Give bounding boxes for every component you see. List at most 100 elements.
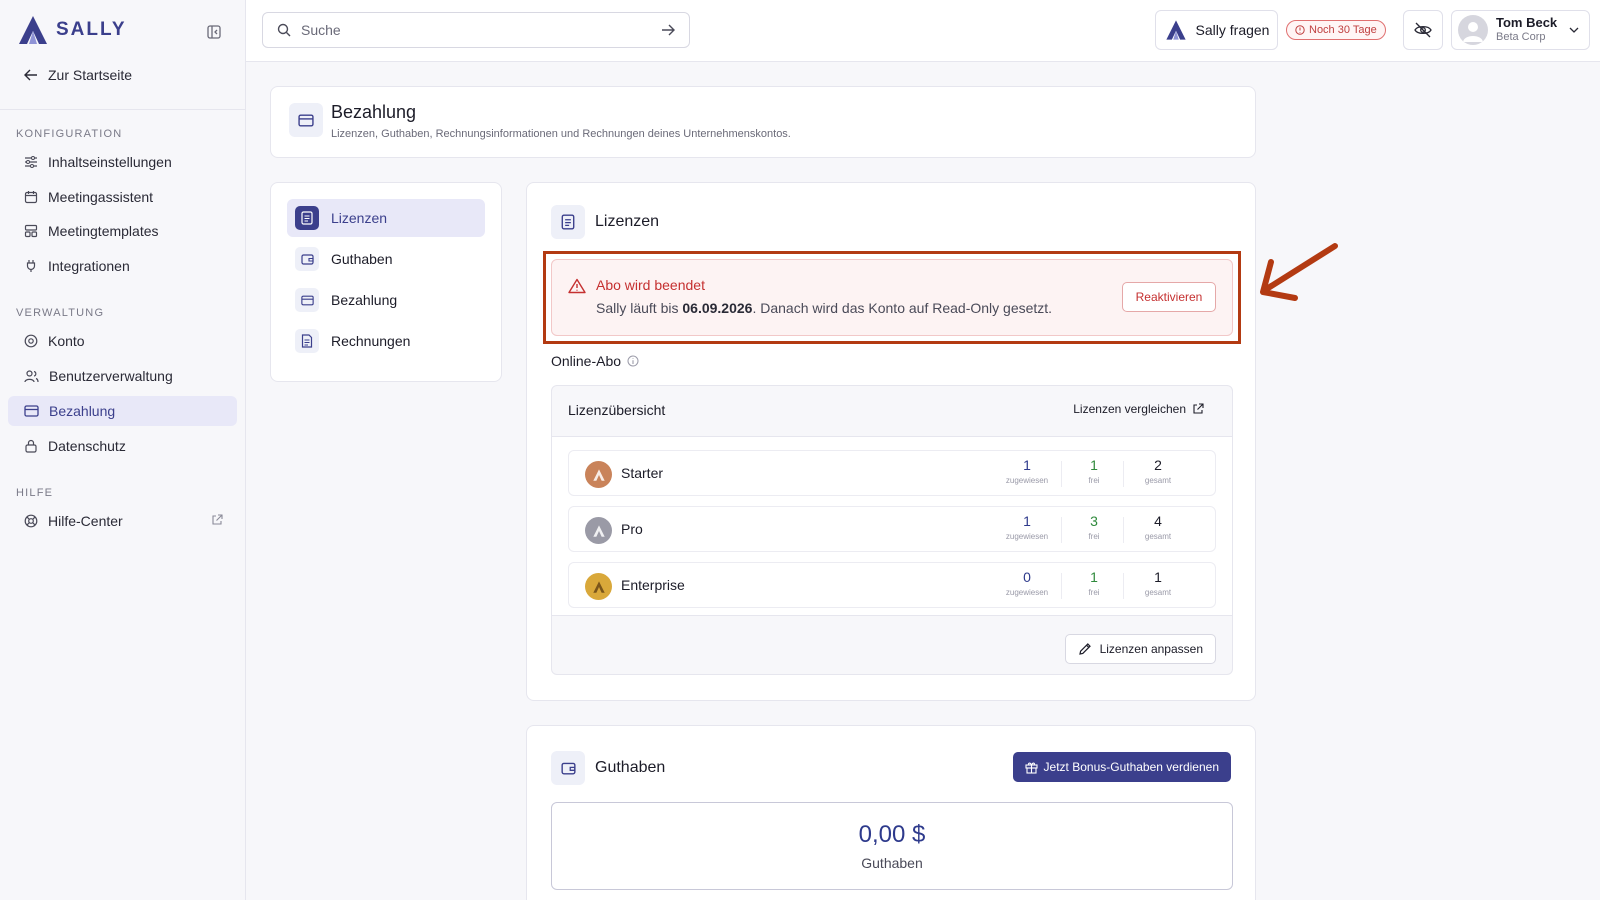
sally-logo-icon — [1165, 20, 1186, 40]
stat-separator — [1123, 461, 1124, 487]
assigned-value: 1 — [1023, 457, 1031, 473]
earn-bonus-label: Jetzt Bonus-Guthaben verdienen — [1043, 760, 1219, 774]
sidebar-item-benutzerverwaltung[interactable]: Benutzerverwaltung — [8, 361, 237, 391]
total-label: gesamt — [1144, 532, 1172, 542]
overview-title: Lizenzübersicht — [568, 402, 666, 418]
free-stat: 3 frei — [1066, 513, 1122, 541]
stat-separator — [1061, 517, 1062, 543]
arrow-right-icon[interactable] — [661, 24, 675, 36]
compare-label: Lizenzen vergleichen — [1073, 402, 1186, 416]
sidebar-item-label: Hilfe-Center — [48, 513, 123, 529]
sidebar-item-meetingtemplates[interactable]: Meetingtemplates — [8, 216, 237, 246]
assigned-value: 1 — [1023, 513, 1031, 529]
stat-separator — [1123, 573, 1124, 599]
total-label: gesamt — [1144, 476, 1172, 486]
sidebar-item-label: Meetingtemplates — [48, 223, 159, 239]
assigned-stat: 0 zugewiesen — [999, 569, 1055, 597]
licenses-card: Lizenzen Abo wird beendet Sally läuft bi… — [526, 182, 1256, 701]
document-icon — [561, 214, 575, 230]
user-menu-button[interactable]: Tom Beck Beta Corp — [1451, 10, 1590, 50]
section-label-hilfe: HILFE — [16, 487, 54, 499]
ask-sally-button[interactable]: Sally fragen — [1155, 10, 1278, 50]
license-row-starter: Starter 1 zugewiesen 1 frei 2 gesamt — [568, 450, 1216, 496]
sidebar-item-konto[interactable]: Konto — [8, 326, 237, 356]
sidebar-item-bezahlung[interactable]: Bezahlung — [8, 396, 237, 426]
compare-licenses-link[interactable]: Lizenzen vergleichen — [1073, 402, 1204, 416]
total-value: 4 — [1154, 513, 1162, 529]
credit-amount-label: Guthaben — [861, 855, 923, 871]
trial-days-label: Noch 30 Tage — [1309, 24, 1377, 36]
user-company: Beta Corp — [1496, 31, 1546, 44]
page-icon-box — [289, 103, 323, 137]
sidebar-item-label: Benutzerverwaltung — [49, 368, 173, 384]
total-label: gesamt — [1144, 588, 1172, 598]
info-icon[interactable] — [627, 355, 639, 367]
arrow-left-icon — [24, 69, 37, 81]
search-input[interactable]: Suche — [262, 12, 690, 48]
collapse-sidebar-button[interactable] — [204, 22, 224, 42]
brand-name: SALLY — [56, 19, 127, 40]
annotation-arrow-icon — [1260, 243, 1338, 301]
sidebar-item-label: Bezahlung — [49, 403, 116, 419]
credit-card-icon — [24, 405, 39, 417]
credit-icon-box — [551, 751, 585, 785]
pro-tier-icon — [585, 517, 612, 544]
free-value: 3 — [1090, 513, 1098, 529]
plug-icon — [26, 260, 36, 272]
section-label-verwaltung: VERWALTUNG — [16, 307, 105, 319]
tier-name: Starter — [621, 465, 664, 481]
trial-days-badge: Noch 30 Tage — [1286, 20, 1386, 40]
assigned-stat: 1 zugewiesen — [999, 513, 1055, 541]
plan-label-row: Online-Abo — [551, 353, 639, 369]
user-name: Tom Beck — [1496, 15, 1558, 31]
sidebar: SALLY Zur Startseite KONFIGURATION Inhal… — [0, 0, 246, 900]
licenses-icon-box — [551, 205, 585, 239]
subnav-item-guthaben[interactable]: Guthaben — [287, 240, 485, 278]
sidebar-item-hilfe-center[interactable]: Hilfe-Center — [8, 506, 237, 536]
sidebar-item-inhaltseinstellungen[interactable]: Inhaltseinstellungen — [8, 147, 237, 177]
credit-amount: 0,00 $ — [858, 821, 926, 848]
search-placeholder: Suche — [301, 22, 341, 38]
sidebar-item-datenschutz[interactable]: Datenschutz — [8, 431, 237, 461]
brand-logo[interactable]: SALLY — [16, 14, 127, 46]
sidebar-item-integrationen[interactable]: Integrationen — [8, 251, 237, 281]
free-value: 1 — [1090, 569, 1098, 585]
subnav-item-lizenzen[interactable]: Lizenzen — [287, 199, 485, 237]
tier-name: Pro — [621, 521, 643, 537]
section-label-konfiguration: KONFIGURATION — [16, 128, 123, 140]
earn-bonus-button[interactable]: Jetzt Bonus-Guthaben verdienen — [1012, 752, 1231, 782]
subnav-label: Rechnungen — [331, 333, 411, 349]
back-link-label: Zur Startseite — [48, 67, 133, 83]
subnav-item-rechnungen[interactable]: Rechnungen — [287, 322, 485, 360]
top-bar: Suche Sally fragen Noch 30 Tage Tom Beck… — [246, 0, 1600, 62]
license-rows: Starter 1 zugewiesen 1 frei 2 gesamt Pro 1 z… — [552, 436, 1232, 616]
assigned-stat: 1 zugewiesen — [999, 457, 1055, 485]
total-value: 1 — [1154, 569, 1162, 585]
starter-tier-icon — [585, 461, 612, 488]
at-icon — [24, 334, 38, 348]
credit-card-icon — [298, 113, 314, 127]
sally-logo-icon — [19, 16, 47, 44]
back-to-home-link[interactable]: Zur Startseite — [24, 67, 132, 83]
free-value: 1 — [1090, 457, 1098, 473]
pencil-icon — [1078, 643, 1091, 655]
adjust-licenses-button[interactable]: Lizenzen anpassen — [1064, 634, 1216, 664]
wallet-icon — [295, 247, 319, 271]
external-link-icon — [212, 514, 223, 525]
assigned-value: 0 — [1023, 569, 1031, 585]
invoice-icon — [295, 329, 319, 353]
license-row-pro: Pro 1 zugewiesen 3 frei 4 gesamt — [568, 506, 1216, 552]
free-stat: 1 frei — [1066, 569, 1122, 597]
subnav-item-bezahlung[interactable]: Bezahlung — [287, 281, 485, 319]
licenses-title: Lizenzen — [595, 213, 660, 230]
wallet-icon — [560, 762, 576, 775]
page-title: Bezahlung — [331, 102, 417, 122]
clock-alert-icon — [1295, 25, 1305, 35]
free-label: frei — [1088, 476, 1100, 486]
credit-card-icon — [295, 288, 319, 312]
sidebar-item-meetingassistent[interactable]: Meetingassistent — [8, 182, 237, 212]
sidebar-item-label: Datenschutz — [48, 438, 126, 454]
credit-card-section: Guthaben Jetzt Bonus-Guthaben verdienen … — [526, 725, 1256, 900]
privacy-toggle-button[interactable] — [1403, 10, 1443, 50]
stat-separator — [1061, 573, 1062, 599]
